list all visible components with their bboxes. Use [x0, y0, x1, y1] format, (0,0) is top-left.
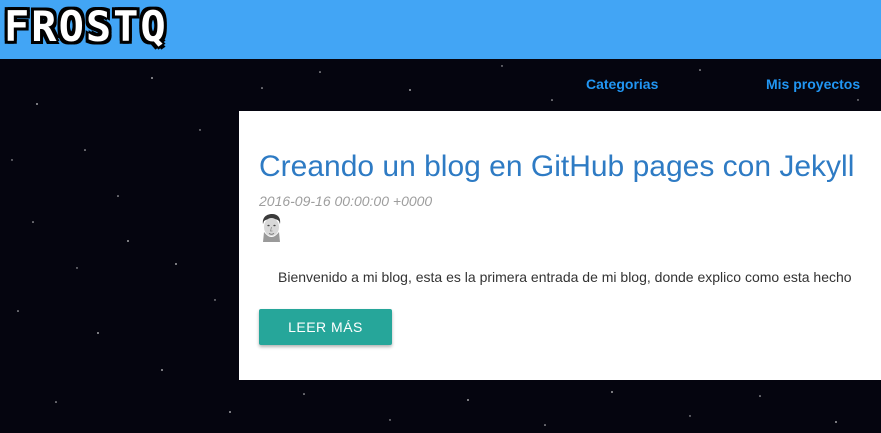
nav-link-mis-proyectos[interactable]: Mis proyectos — [766, 76, 860, 96]
page: FROSTQ Categorias Mis proyectos Creando … — [0, 0, 881, 433]
read-more-button[interactable]: LEER MÁS — [259, 309, 392, 345]
post-card: Creando un blog en GitHub pages con Jeky… — [239, 111, 881, 380]
post-date: 2016-09-16 00:00:00 +0000 — [259, 193, 433, 209]
author-avatar-icon — [259, 212, 283, 242]
site-header: FROSTQ — [0, 0, 881, 59]
site-logo[interactable]: FROSTQ — [4, 5, 168, 49]
nav-link-categorias[interactable]: Categorias — [586, 76, 658, 96]
post-title-link[interactable]: Creando un blog en GitHub pages con Jeky… — [259, 149, 854, 185]
post-excerpt: Bienvenido a mi blog, esta es la primera… — [278, 269, 852, 285]
